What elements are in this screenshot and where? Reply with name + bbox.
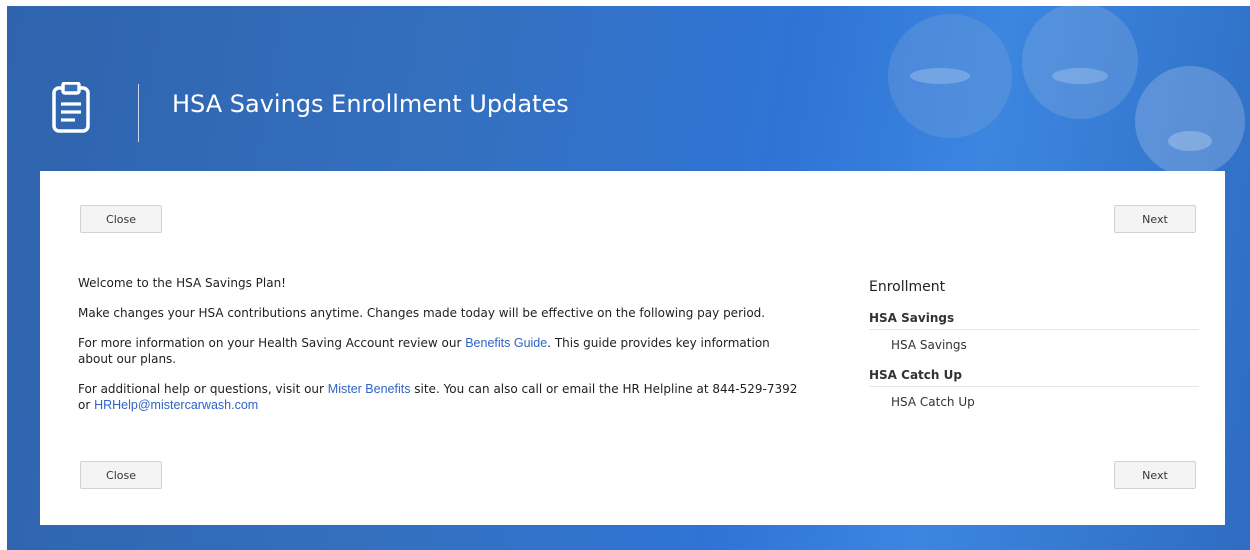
enrollment-item-hsa-savings[interactable]: HSA Savings bbox=[869, 330, 1199, 352]
enrollment-item-hsa-catch-up[interactable]: HSA Catch Up bbox=[869, 387, 1199, 409]
page-title: HSA Savings Enrollment Updates bbox=[172, 90, 569, 118]
info-paragraph: For more information on your Health Savi… bbox=[78, 335, 798, 367]
benefits-guide-link[interactable]: Benefits Guide bbox=[465, 336, 547, 350]
hr-helpline-email-link[interactable]: HRHelp@mistercarwash.com bbox=[94, 398, 258, 412]
enrollment-title: Enrollment bbox=[869, 279, 946, 295]
clipboard-icon bbox=[52, 82, 90, 133]
help-paragraph: For additional help or questions, visit … bbox=[78, 381, 798, 413]
welcome-content: Welcome to the HSA Savings Plan! Make ch… bbox=[78, 275, 798, 427]
next-button-top[interactable]: Next bbox=[1114, 205, 1196, 233]
help-prefix: For additional help or questions, visit … bbox=[78, 382, 328, 396]
next-button-bottom[interactable]: Next bbox=[1114, 461, 1196, 489]
app-frame: HSA Savings Enrollment Updates Close Nex… bbox=[7, 6, 1250, 550]
enrollment-group-hsa-catch-up: HSA Catch Up HSA Catch Up bbox=[869, 368, 1199, 409]
close-button-top[interactable]: Close bbox=[80, 205, 162, 233]
info-prefix: For more information on your Health Savi… bbox=[78, 336, 466, 350]
mister-benefits-link[interactable]: Mister Benefits bbox=[328, 382, 411, 396]
close-button-bottom[interactable]: Close bbox=[80, 461, 162, 489]
main-panel: Close Next Welcome to the HSA Savings Pl… bbox=[40, 171, 1225, 525]
family-photo-background bbox=[888, 6, 1245, 171]
changes-text: Make changes your HSA contributions anyt… bbox=[78, 306, 766, 320]
header-divider bbox=[138, 84, 139, 142]
enrollment-group-title: HSA Savings bbox=[869, 311, 1199, 330]
enrollment-sidebar: Enrollment HSA Savings HSA Savings HSA C… bbox=[869, 279, 1199, 425]
enrollment-group-title: HSA Catch Up bbox=[869, 368, 1199, 387]
enrollment-group-hsa-savings: HSA Savings HSA Savings bbox=[869, 311, 1199, 352]
welcome-text: Welcome to the HSA Savings Plan! bbox=[78, 276, 286, 290]
